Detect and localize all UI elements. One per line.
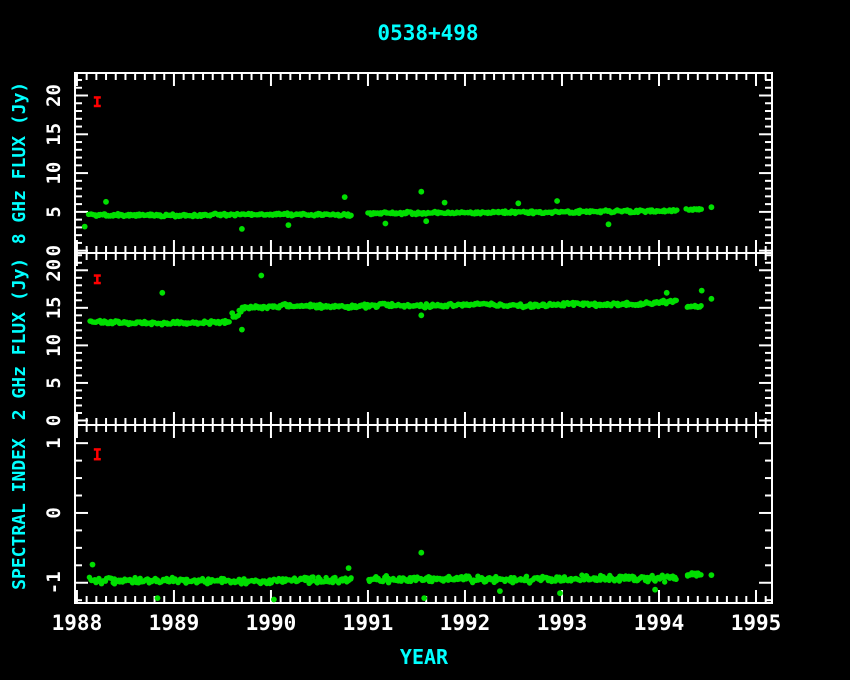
x-axis-title: YEAR: [400, 645, 449, 669]
outer-frame: [75, 73, 772, 603]
panel-flux8-points: [82, 189, 715, 232]
outlier-point: [709, 296, 715, 302]
y-tick-label-flux2-5: 5: [43, 377, 65, 388]
outlier-point: [418, 189, 424, 195]
outlier-point: [442, 200, 448, 206]
data-point: [662, 579, 667, 584]
y-tick-label-flux2-0: 0: [43, 415, 65, 426]
y-tick-label-flux2-15: 15: [43, 296, 65, 319]
x-tick-label-1990: 1990: [246, 611, 297, 635]
x-tick-label-1988: 1988: [52, 611, 103, 635]
axis-tick-labels: 1988198919901991199219931994199505101520…: [43, 84, 781, 635]
plot-screen: 0538+498 1988 1989 1990 1991 1992 1993 1994 199…: [0, 0, 850, 680]
outlier-point: [383, 221, 389, 227]
plot-frame: [75, 73, 772, 603]
y-axis-title-2ghz: 2 GHz FLUX (Jy): [9, 258, 30, 421]
outlier-point: [423, 218, 429, 224]
y-tick-label-flux8-5: 5: [43, 206, 65, 217]
calibration-errorbar-flux8: [94, 97, 101, 106]
x-tick-label-1994: 1994: [634, 611, 685, 635]
y-tick-label-flux8-15: 15: [43, 123, 65, 146]
outlier-point: [90, 562, 96, 568]
y-tick-label-spectral_index--1: -1: [43, 571, 65, 594]
light-curve-chart: 0538+498 1988 1989 1990 1991 1992 1993 1994 199…: [0, 0, 850, 680]
data-point: [698, 303, 703, 308]
y-tick-label-flux2-20: 20: [43, 259, 65, 282]
data-point: [674, 207, 679, 212]
outlier-point: [103, 199, 109, 205]
data-point: [227, 319, 232, 324]
axis-ticks: [75, 73, 772, 603]
outlier-point: [239, 226, 245, 232]
data-point: [673, 577, 678, 582]
outlier-point: [709, 204, 715, 210]
y-tick-label-flux8-20: 20: [43, 84, 65, 107]
outlier-point: [418, 550, 424, 556]
outlier-point: [421, 595, 427, 601]
outlier-point: [515, 200, 521, 206]
calibration-errorbar-spectral_index: [94, 449, 101, 459]
y-axis-title-8ghz: 8 GHz FLUX (Jy): [9, 82, 30, 245]
outlier-point: [82, 224, 88, 230]
y-tick-label-spectral_index-1: 1: [43, 437, 65, 448]
data-point: [698, 572, 703, 577]
x-tick-label-1993: 1993: [537, 611, 588, 635]
outlier-point: [418, 312, 424, 318]
outlier-point: [239, 327, 245, 333]
x-tick-label-1992: 1992: [440, 611, 491, 635]
outlier-point: [699, 288, 705, 294]
outlier-point: [554, 198, 560, 204]
data-point: [348, 575, 353, 580]
outlier-point: [155, 595, 161, 601]
y-tick-label-spectral_index-0: 0: [43, 507, 65, 518]
outlier-point: [346, 565, 352, 571]
x-tick-label-1989: 1989: [149, 611, 200, 635]
outlier-point: [271, 597, 277, 603]
data-point: [674, 298, 679, 303]
outlier-point: [557, 590, 563, 596]
y-tick-label-flux8-10: 10: [43, 162, 65, 185]
outlier-point: [286, 222, 292, 228]
y-axis-title-spectral-index: SPECTRAL INDEX: [9, 438, 30, 590]
outlier-point: [664, 290, 670, 296]
chart-title: 0538+498: [377, 21, 478, 45]
outlier-point: [258, 273, 264, 279]
x-tick-label-1995: 1995: [731, 611, 782, 635]
panel-spectral_index-points: [87, 550, 715, 603]
calibration-errorbar-flux2: [94, 276, 101, 284]
outlier-point: [606, 221, 612, 227]
data-point: [348, 213, 353, 218]
y-tick-label-flux2-10: 10: [43, 334, 65, 357]
outlier-point: [497, 588, 503, 594]
outlier-point: [652, 587, 658, 593]
panel-flux2-points: [87, 273, 714, 333]
outlier-point: [229, 310, 235, 316]
data-points-layer: [82, 97, 715, 602]
outlier-point: [342, 194, 348, 200]
y-tick-label-flux8-0: 0: [43, 245, 65, 256]
outlier-point: [159, 290, 165, 296]
data-point: [699, 207, 704, 212]
x-tick-label-1991: 1991: [343, 611, 394, 635]
outlier-point: [709, 572, 715, 578]
